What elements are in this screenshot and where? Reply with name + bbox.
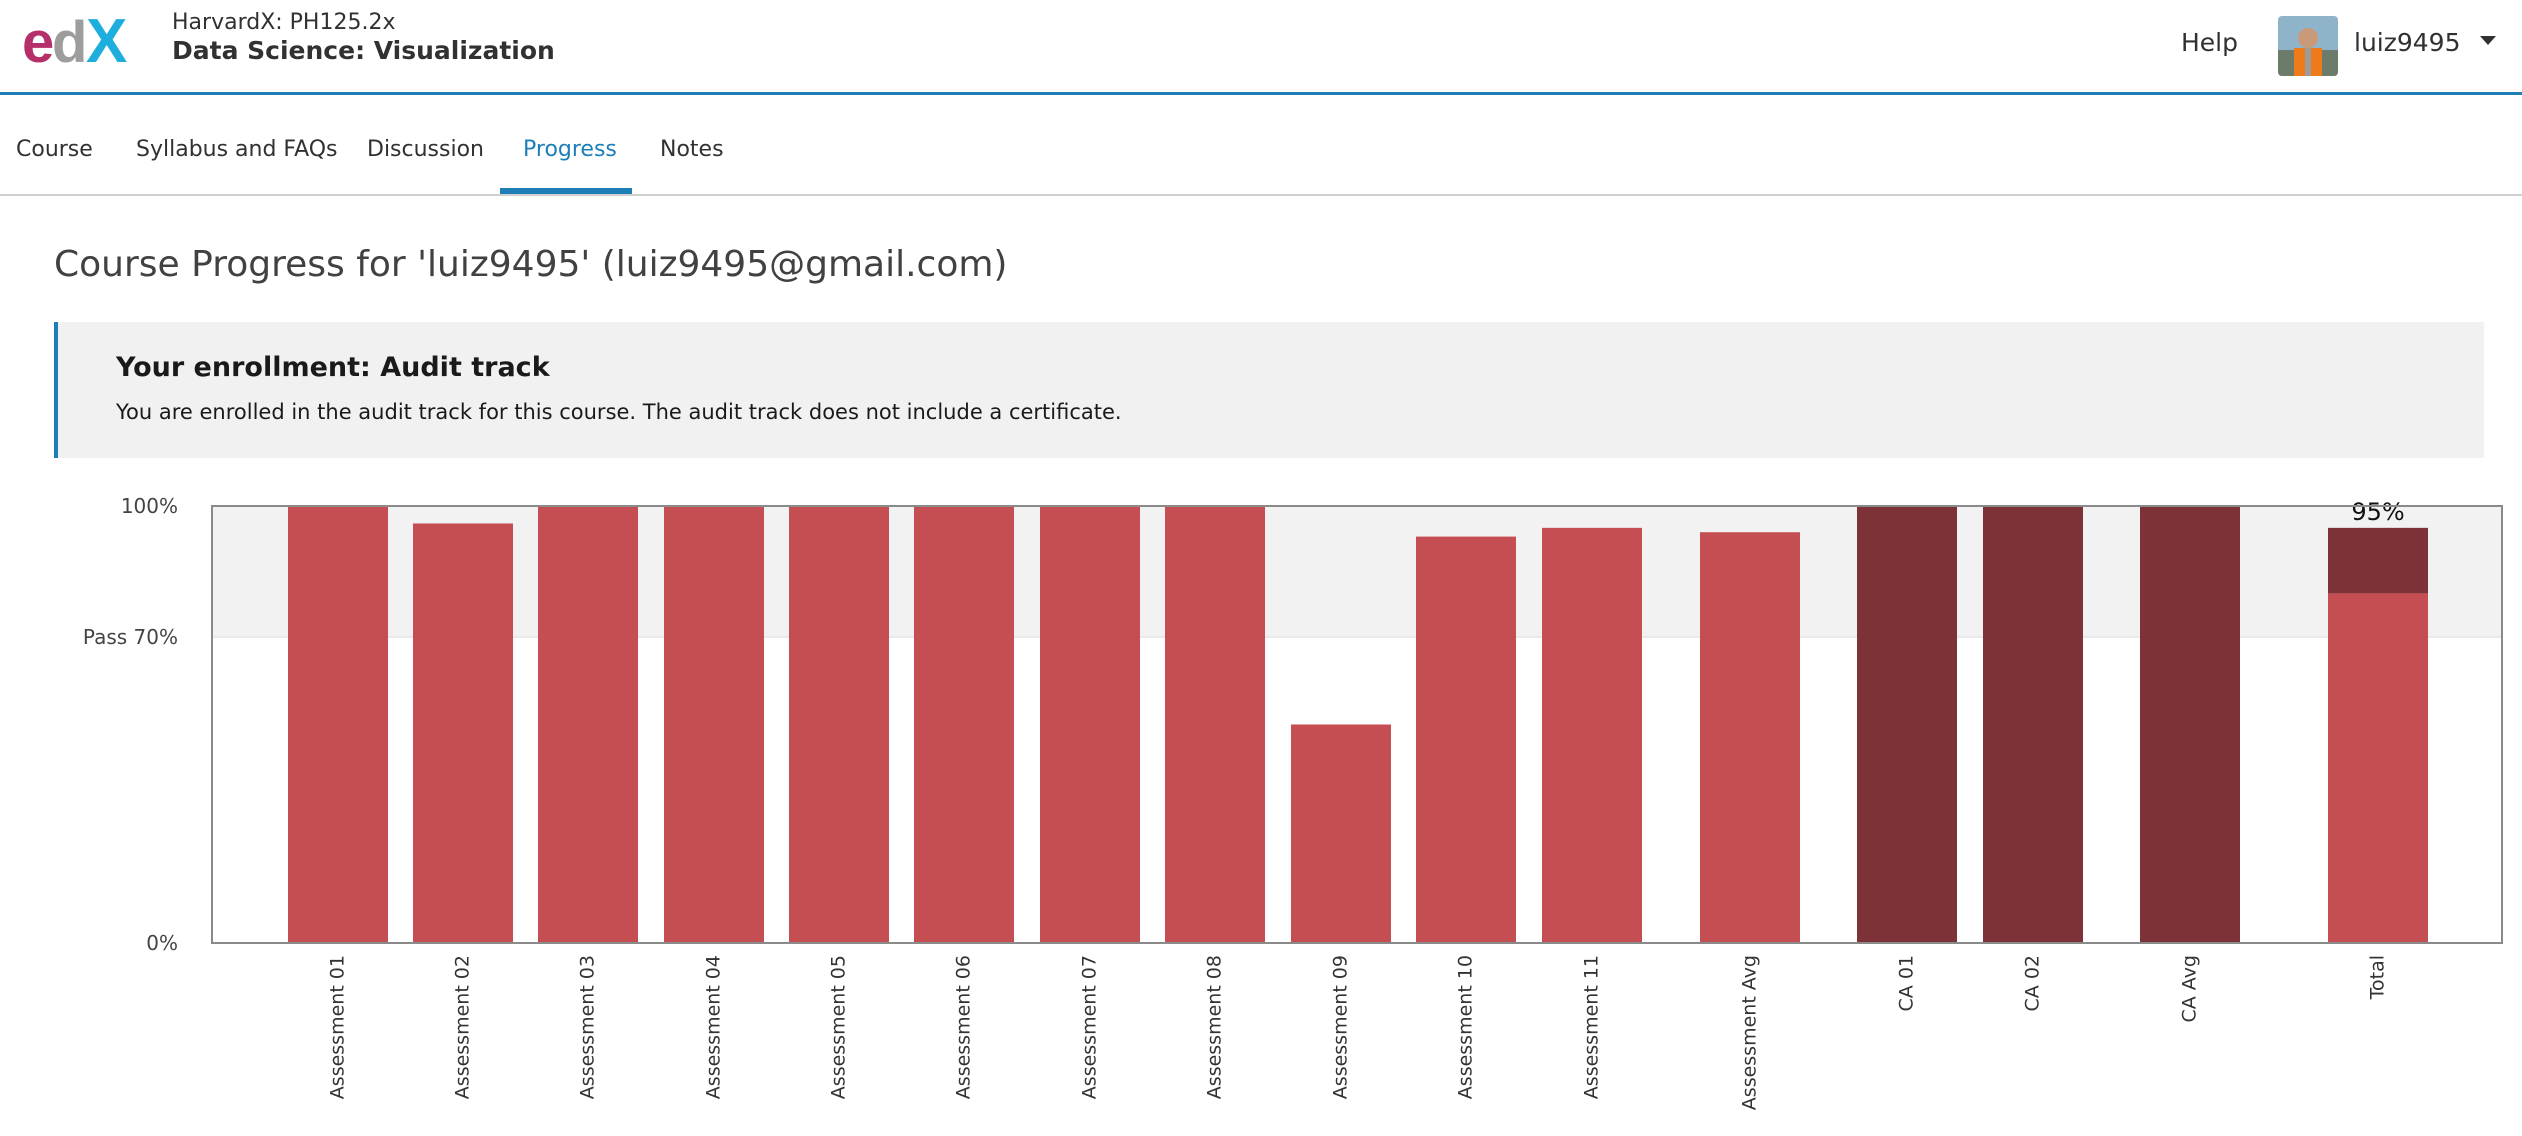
y-tick-label: Pass 70% xyxy=(83,625,178,649)
bar xyxy=(538,506,638,943)
x-tick-label: Assessment 05 xyxy=(828,955,850,1099)
x-tick-label: Assessment 11 xyxy=(1581,955,1603,1099)
bar xyxy=(1983,506,2083,943)
site-header: e d X HarvardX: PH125.2x Data Science: V… xyxy=(0,0,2522,95)
x-tick-label: Total xyxy=(2367,955,2389,1000)
progress-chart: Assessment 01 Assessment 02 Assessment 03 A… xyxy=(83,494,2503,1110)
x-tick-label: Assessment 03 xyxy=(577,955,599,1099)
bar xyxy=(914,506,1014,943)
bar-total-segment xyxy=(2328,593,2428,943)
bar xyxy=(1165,506,1265,943)
bar xyxy=(1700,532,1800,943)
x-tick-label: Assessment 08 xyxy=(1204,955,1226,1099)
bar xyxy=(789,506,889,943)
tab-notes[interactable]: Notes xyxy=(660,137,724,162)
bar xyxy=(1857,506,1957,943)
x-tick-label: CA 01 xyxy=(1896,955,1918,1011)
x-tick-label: Assessment 07 xyxy=(1079,955,1101,1099)
tab-discussion[interactable]: Discussion xyxy=(367,137,484,162)
bar xyxy=(1291,724,1391,943)
x-tick-label: CA Avg xyxy=(2179,955,2201,1023)
course-org: HarvardX: PH125.2x xyxy=(172,10,396,35)
bar-total-segment xyxy=(2328,527,2428,594)
y-tick-label: 100% xyxy=(121,494,178,518)
chevron-down-icon[interactable] xyxy=(2480,36,2496,45)
x-tick-label: CA 02 xyxy=(2022,955,2044,1011)
x-tick-label: Assessment Avg xyxy=(1739,955,1761,1110)
bar xyxy=(413,523,513,943)
avatar[interactable] xyxy=(2278,16,2338,76)
svg-text:d: d xyxy=(52,10,87,70)
bar xyxy=(2140,506,2240,943)
course-title: Data Science: Visualization xyxy=(172,36,555,65)
page-title: Course Progress for 'luiz9495' (luiz9495… xyxy=(54,244,1008,285)
bar xyxy=(1542,527,1642,943)
tab-progress[interactable]: Progress xyxy=(523,137,617,162)
enrollment-text: You are enrolled in the audit track for … xyxy=(116,400,1122,424)
username[interactable]: luiz9495 xyxy=(2354,28,2460,57)
total-value-label: 95% xyxy=(2351,498,2404,526)
svg-text:X: X xyxy=(86,8,127,70)
y-tick-label: 0% xyxy=(146,931,178,955)
bar xyxy=(664,506,764,943)
x-tick-label: Assessment 09 xyxy=(1330,955,1352,1099)
x-tick-label: Assessment 02 xyxy=(452,955,474,1099)
enrollment-banner: Your enrollment: Audit track You are enr… xyxy=(54,322,2484,458)
tab-course[interactable]: Course xyxy=(16,137,93,162)
x-tick-label: Assessment 10 xyxy=(1455,955,1477,1099)
x-tick-label: Assessment 01 xyxy=(327,955,349,1099)
bar xyxy=(1040,506,1140,943)
edx-logo[interactable]: e d X xyxy=(22,8,142,70)
enrollment-title: Your enrollment: Audit track xyxy=(116,352,550,383)
bar xyxy=(1416,536,1516,943)
active-tab-indicator xyxy=(500,188,632,194)
x-tick-label: Assessment 06 xyxy=(953,955,975,1099)
help-link[interactable]: Help xyxy=(2181,28,2238,57)
course-tabs: Course Syllabus and FAQs Discussion Prog… xyxy=(0,95,2522,196)
tab-syllabus-and-faqs[interactable]: Syllabus and FAQs xyxy=(136,137,338,162)
x-tick-label: Assessment 04 xyxy=(703,955,725,1099)
svg-text:e: e xyxy=(22,10,54,70)
bar xyxy=(288,506,388,943)
